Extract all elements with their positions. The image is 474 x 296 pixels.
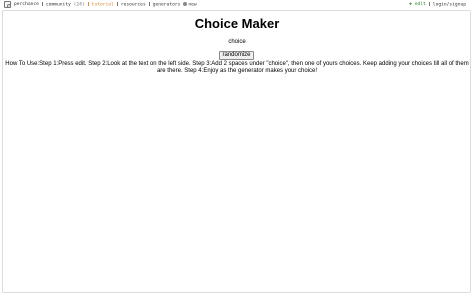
new-icon — [183, 2, 188, 6]
generators-link[interactable]: generators — [148, 2, 181, 8]
new-label: new — [188, 2, 197, 8]
generators-icon — [148, 2, 152, 6]
resources-link[interactable]: resources — [116, 2, 146, 8]
randomize-button[interactable]: randomize — [219, 51, 254, 60]
nav-left: perchance community (24) tutorial resour… — [14, 2, 197, 8]
instructions-text: How To Use:Step 1:Press edit. Step 2:Loo… — [5, 61, 469, 75]
community-link[interactable]: community (24) — [41, 2, 85, 8]
generators-label: generators — [152, 2, 181, 8]
tutorial-link[interactable]: tutorial — [87, 2, 114, 8]
resources-label: resources — [120, 2, 146, 8]
edit-label: edit — [414, 2, 426, 8]
login-icon — [428, 2, 432, 6]
top-navigation-bar: perchance community (24) tutorial resour… — [0, 0, 474, 10]
nav-right: ✚ edit login/signup — [409, 2, 466, 8]
tutorial-label: tutorial — [91, 2, 114, 8]
choice-output: choice — [228, 39, 246, 45]
tutorial-icon — [87, 2, 91, 6]
login-label: login/signup — [432, 2, 466, 8]
perchance-logo-icon[interactable] — [4, 1, 11, 8]
edit-icon: ✚ — [408, 1, 412, 8]
new-link[interactable]: new — [183, 2, 197, 8]
login-link[interactable]: login/signup — [428, 2, 466, 8]
edit-link[interactable]: ✚ edit — [408, 1, 426, 8]
brand-link[interactable]: perchance — [14, 2, 39, 7]
community-count: (24) — [73, 2, 85, 8]
page-title: Choice Maker — [194, 16, 280, 31]
resources-icon — [116, 2, 120, 6]
community-icon — [41, 2, 45, 6]
community-label: community — [45, 2, 71, 8]
